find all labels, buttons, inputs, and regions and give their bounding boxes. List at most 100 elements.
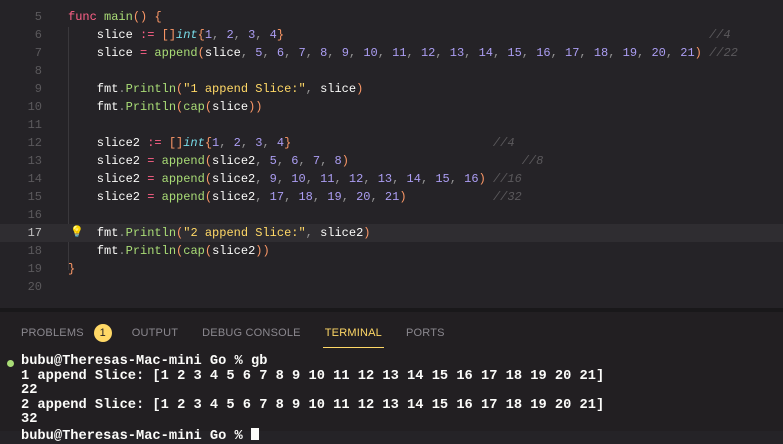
code-token: ,: [212, 28, 226, 42]
code-token: ,: [255, 172, 269, 186]
code-token: fmt: [68, 100, 118, 114]
code-token: ,: [255, 190, 269, 204]
code-token: 12: [349, 172, 363, 186]
code-token: ,: [298, 154, 312, 168]
code-line[interactable]: 9 fmt.Println("1 append Slice:", slice): [0, 80, 783, 98]
code-token: append: [162, 190, 205, 204]
tab-ports[interactable]: PORTS: [406, 320, 445, 346]
code-token: [349, 154, 522, 168]
line-number: 11: [0, 116, 42, 134]
terminal-line: 22: [21, 384, 604, 399]
terminal-output[interactable]: bubu@Theresas-Mac-mini Go % gb1 append S…: [21, 355, 604, 444]
code-token: {: [198, 28, 205, 42]
code-text: fmt.Println("2 append Slice:", slice2): [68, 224, 371, 242]
code-token: )): [255, 244, 269, 258]
code-token: slice2: [212, 172, 255, 186]
code-line[interactable]: 14 slice2 = append(slice2, 9, 10, 11, 12…: [0, 170, 783, 188]
code-token: slice: [212, 100, 248, 114]
code-token: 15: [435, 172, 449, 186]
code-line[interactable]: 13 slice2 = append(slice2, 5, 6, 7, 8) /…: [0, 152, 783, 170]
code-token: cap: [183, 100, 205, 114]
code-token: 19: [327, 190, 341, 204]
code-token: ,: [407, 46, 421, 60]
line-number: 8: [0, 62, 42, 80]
code-token: slice2: [212, 190, 255, 204]
code-token: ,: [284, 190, 298, 204]
terminal-line: 1 append Slice: [1 2 3 4 5 6 7 8 9 10 11…: [21, 370, 604, 385]
tab-label: TERMINAL: [325, 320, 382, 346]
tab-output[interactable]: OUTPUT: [132, 320, 178, 346]
code-token: ,: [241, 46, 255, 60]
tab-problems[interactable]: PROBLEMS1: [21, 320, 108, 346]
line-number: 13: [0, 152, 42, 170]
code-line[interactable]: 7 slice = append(slice, 5, 6, 7, 8, 9, 1…: [0, 44, 783, 62]
code-line[interactable]: 18 fmt.Println(cap(slice2)): [0, 242, 783, 260]
code-token: 11: [320, 172, 334, 186]
tab-label: PROBLEMS: [21, 320, 84, 346]
code-token: fmt: [68, 226, 118, 240]
line-number: 15: [0, 188, 42, 206]
code-line[interactable]: 5func main() {: [0, 8, 783, 26]
code-line[interactable]: 16: [0, 206, 783, 224]
code-token: ,: [666, 46, 680, 60]
code-token: slice: [320, 82, 356, 96]
code-token: "1 append Slice:": [183, 82, 305, 96]
code-token: [162, 136, 169, 150]
code-editor[interactable]: 5func main() {6 slice := []int{1, 2, 3, …: [0, 0, 783, 308]
code-line[interactable]: 8: [0, 62, 783, 80]
code-line[interactable]: 15 slice2 = append(slice2, 17, 18, 19, 2…: [0, 188, 783, 206]
code-token: :=: [147, 136, 161, 150]
code-token: cap: [183, 244, 205, 258]
code-line[interactable]: 17💡 fmt.Println("2 append Slice:", slice…: [0, 224, 783, 242]
code-token: ,: [277, 154, 291, 168]
code-token: //4: [493, 136, 515, 150]
code-line[interactable]: 20: [0, 278, 783, 296]
code-token: //22: [709, 46, 738, 60]
code-token: Println: [126, 244, 176, 258]
code-token: ,: [551, 46, 565, 60]
code-token: func: [68, 10, 97, 24]
code-token: .: [118, 226, 125, 240]
code-token: 4: [270, 28, 277, 42]
code-line[interactable]: 12 slice2 := []int{1, 2, 3, 4} //4: [0, 134, 783, 152]
code-token: int: [183, 136, 205, 150]
code-token: "2 append Slice:": [183, 226, 305, 240]
code-token: ,: [306, 172, 320, 186]
code-token: ,: [255, 154, 269, 168]
tab-debug-console[interactable]: DEBUG CONSOLE: [202, 320, 301, 346]
code-token: ,: [219, 136, 233, 150]
code-token: ,: [327, 46, 341, 60]
code-line[interactable]: 11: [0, 116, 783, 134]
code-token: [154, 154, 161, 168]
code-text: slice2 := []int{1, 2, 3, 4} //4: [68, 134, 515, 152]
code-token: ,: [608, 46, 622, 60]
code-token: ,: [342, 190, 356, 204]
line-number: 19: [0, 260, 42, 278]
code-token: (: [205, 244, 212, 258]
terminal-prompt-line[interactable]: bubu@Theresas-Mac-mini Go %: [21, 428, 604, 444]
code-token: .: [118, 100, 125, 114]
code-token: }: [68, 262, 75, 276]
code-line[interactable]: 10 fmt.Println(cap(slice)): [0, 98, 783, 116]
code-token: slice: [68, 28, 140, 42]
code-token: //32: [493, 190, 522, 204]
code-token: ,: [371, 190, 385, 204]
code-token: [702, 46, 709, 60]
code-token: slice2: [68, 172, 147, 186]
code-line[interactable]: 19}: [0, 260, 783, 278]
code-token: ): [342, 154, 349, 168]
code-token: (: [205, 100, 212, 114]
tab-terminal[interactable]: TERMINAL: [325, 320, 382, 346]
code-token: ,: [464, 46, 478, 60]
code-token: )): [248, 100, 262, 114]
code-line[interactable]: 6 slice := []int{1, 2, 3, 4} //4: [0, 26, 783, 44]
code-token: (: [198, 46, 205, 60]
code-token: 2: [234, 136, 241, 150]
code-token: 6: [277, 46, 284, 60]
code-token: slice2: [212, 244, 255, 258]
code-token: 19: [623, 46, 637, 60]
bottom-panel: PROBLEMS1 OUTPUT DEBUG CONSOLE TERMINAL …: [0, 308, 783, 431]
code-token: 14: [479, 46, 493, 60]
code-token: 16: [536, 46, 550, 60]
line-number: 12: [0, 134, 42, 152]
